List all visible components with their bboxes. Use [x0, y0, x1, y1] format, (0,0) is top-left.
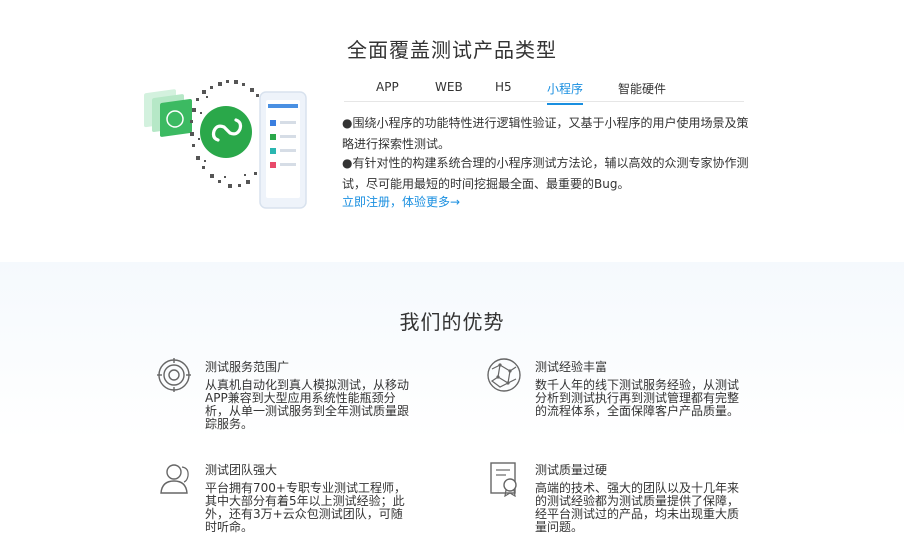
- advantage-desc-team: 平台拥有700+专职专业测试工程师，其中大部分有着5年以上测试经验；此外，还有3…: [205, 481, 406, 534]
- advantage-desc-experience: 数千人年的线下测试服务经验，从测试分析到测试执行再到测试管理都有完整的流程体系，…: [535, 378, 740, 418]
- advantage-title-coverage: 测试服务范围广: [205, 360, 290, 374]
- product-types-title: 全面覆盖测试产品类型: [347, 38, 557, 62]
- team-people-icon: [160, 464, 189, 494]
- advantages-title: 我们的优势: [399, 310, 505, 334]
- miniprogram-illustration: [144, 80, 307, 209]
- advantage-title-team: 测试团队强大: [205, 463, 278, 477]
- tab-smart-hardware[interactable]: 智能硬件: [618, 80, 666, 97]
- certificate-icon: [490, 462, 517, 497]
- tab-app[interactable]: APP: [376, 80, 399, 94]
- product-tabs: APP WEB H5 小程序 智能硬件: [344, 76, 744, 105]
- advantage-desc-quality: 高端的技术、强大的团队以及十几年来的测试经验都为测试质量提供了保障，经平台测试过…: [535, 481, 740, 534]
- target-rings-icon: [157, 358, 191, 392]
- tab-web[interactable]: WEB: [435, 80, 463, 94]
- advantage-title-quality: 测试质量过硬: [535, 463, 608, 477]
- network-globe-icon: [487, 358, 521, 392]
- register-link[interactable]: 立即注册，体验更多→: [342, 193, 460, 210]
- advantage-title-experience: 测试经验丰富: [535, 360, 608, 374]
- advantage-desc-coverage: 从真机自动化到真人模拟测试，从移动APP兼容到大型应用系统性能瓶颈分析，从单一测…: [205, 378, 410, 431]
- miniprogram-description-2: ●有针对性的构建系统合理的小程序测试方法论，辅以高效的众测专家协作测试，尽可能用…: [342, 156, 749, 191]
- tab-miniprogram[interactable]: 小程序: [547, 80, 584, 105]
- miniprogram-description-1: ●围绕小程序的功能特性进行逻辑性验证，又基于小程序的用户使用场景及策略进行探索性…: [342, 116, 749, 151]
- tab-h5[interactable]: H5: [495, 80, 512, 94]
